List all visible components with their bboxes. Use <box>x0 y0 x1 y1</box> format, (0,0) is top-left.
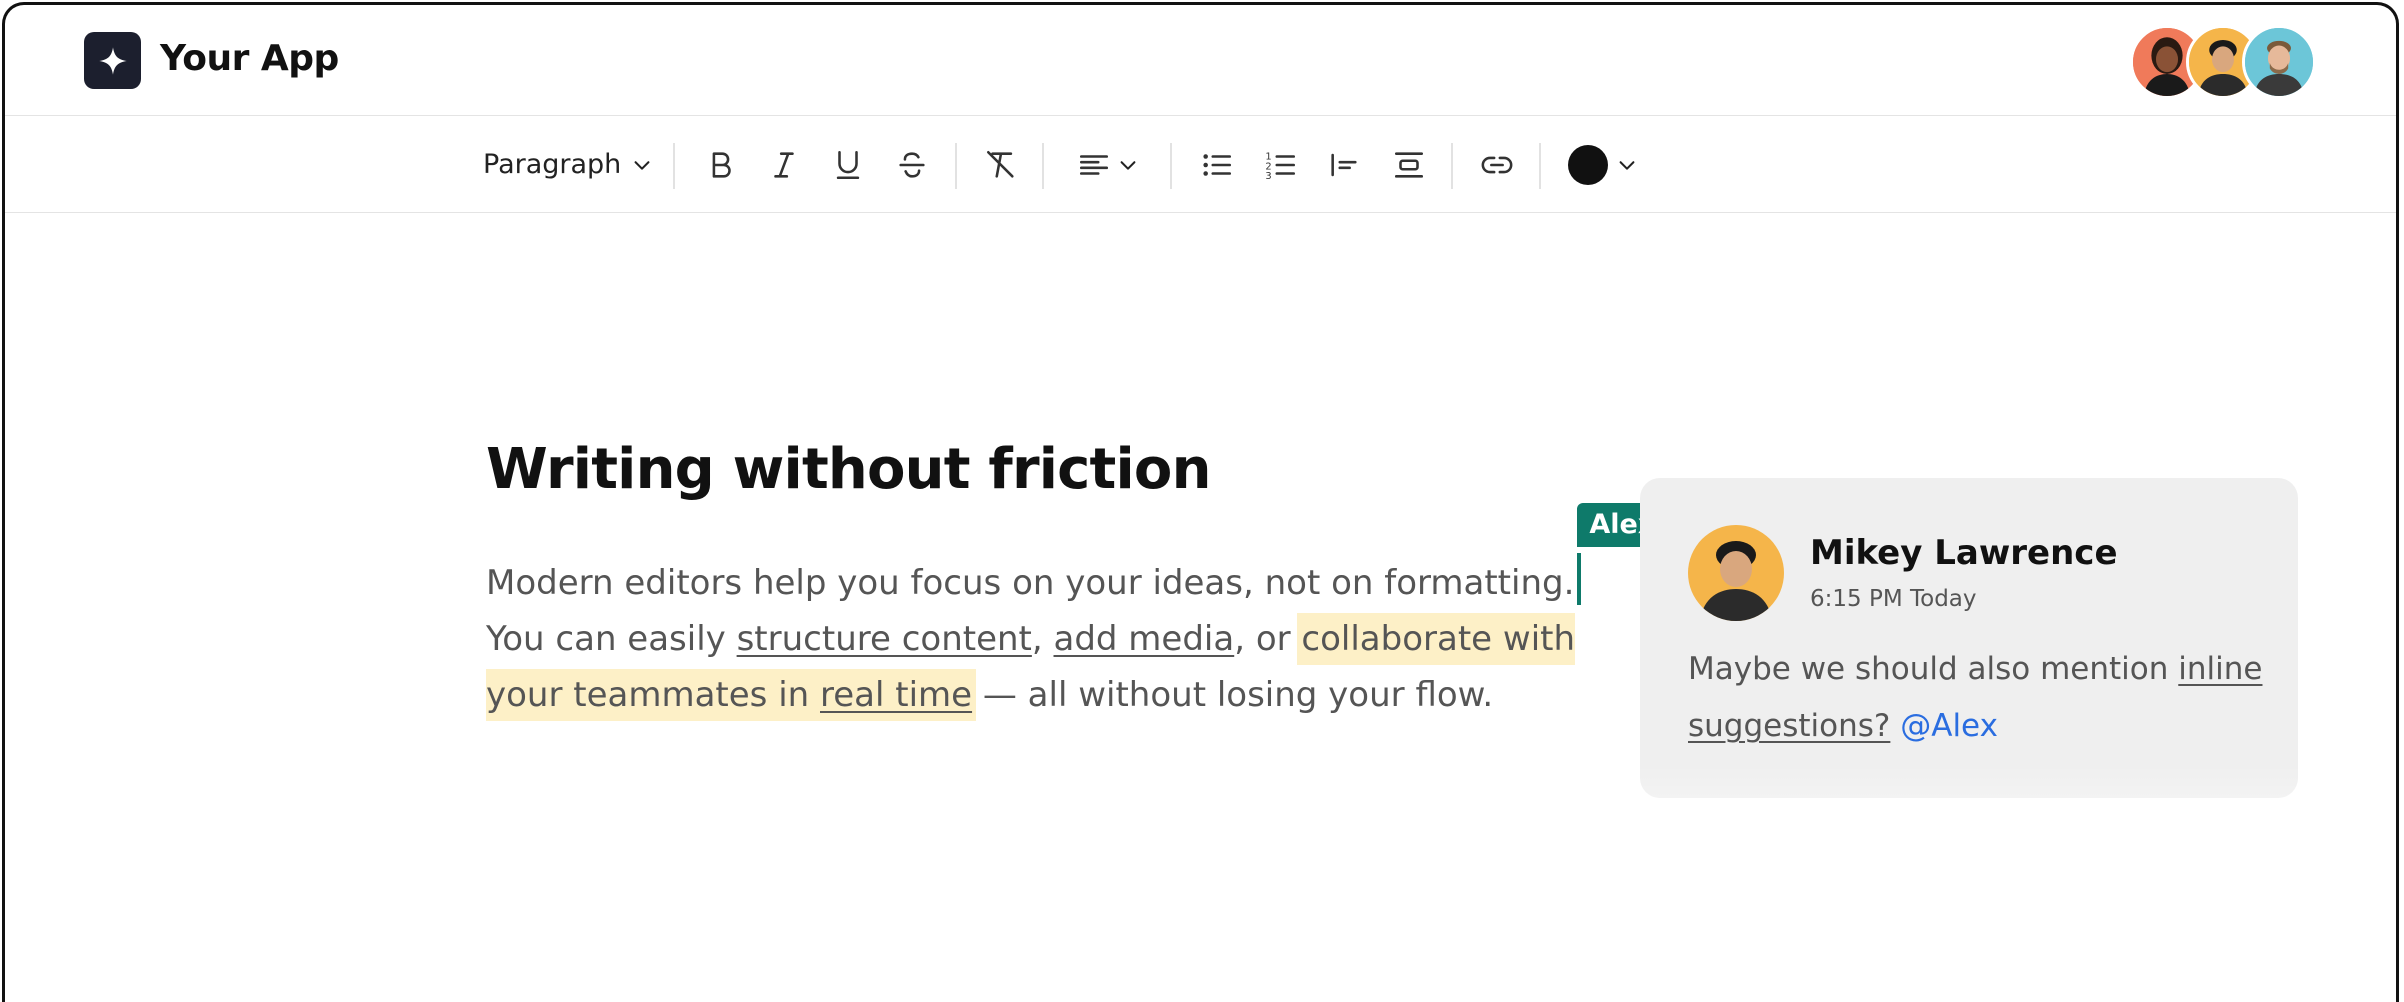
app-window: Your App Paragraph 1 2 3 Writing without… <box>2 2 2399 1002</box>
mention[interactable]: @Alex <box>1900 708 1998 744</box>
align-left-icon <box>1079 154 1109 175</box>
cursor-caret <box>1577 552 1582 605</box>
document-body[interactable]: Modern editors help you focus on your id… <box>486 502 1668 723</box>
app-name: Your App <box>160 38 339 79</box>
horizontal-rule-icon <box>1394 151 1424 178</box>
toolbar-divider <box>1170 143 1172 189</box>
comment-author: Mikey Lawrence <box>1810 533 2118 573</box>
svg-text:3: 3 <box>1265 171 1271 182</box>
sparkle-icon <box>98 46 127 75</box>
paragraph-text: , <box>1031 619 1054 659</box>
italic-icon <box>774 151 794 178</box>
bold-icon <box>712 151 731 178</box>
color-swatch <box>1568 144 1608 185</box>
block-type-label: Paragraph <box>483 149 622 180</box>
bottom-fade <box>5 765 2396 1002</box>
chevron-down-icon <box>1120 160 1136 170</box>
strikethrough-button[interactable] <box>892 117 932 212</box>
paragraph-text: Modern editors help you focus on your id… <box>486 563 1575 603</box>
avatar[interactable] <box>2242 25 2316 99</box>
inline-link[interactable]: real time <box>820 675 972 715</box>
numbered-list-button[interactable]: 123 <box>1261 117 1301 212</box>
toolbar-divider <box>955 143 957 189</box>
clear-format-button[interactable] <box>981 117 1021 212</box>
comment-body: Maybe we should also mention <box>1688 651 2179 687</box>
app-header: Your App <box>5 5 2396 116</box>
toolbar-divider <box>1451 143 1453 189</box>
toolbar-divider <box>1042 143 1044 189</box>
paragraph-text: , or <box>1234 619 1302 659</box>
document-title[interactable]: Writing without friction <box>486 437 1211 502</box>
chevron-down-icon <box>634 160 650 170</box>
comment-card[interactable]: Mikey Lawrence 6:15 PM Today Maybe we sh… <box>1640 478 2298 798</box>
comment-timestamp: 6:15 PM Today <box>1810 586 1977 612</box>
text-color-dropdown[interactable] <box>1563 117 1643 212</box>
clear-format-icon <box>986 150 1014 178</box>
link-icon <box>1481 156 1513 173</box>
formatting-toolbar: Paragraph 123 <box>5 117 2396 213</box>
link-button[interactable] <box>1477 117 1517 212</box>
strikethrough-icon <box>899 151 925 178</box>
underline-icon <box>836 150 860 179</box>
blockquote-icon <box>1331 153 1357 176</box>
collaborator-avatars <box>2130 25 2320 99</box>
bold-button[interactable] <box>701 117 741 212</box>
comment-text: Maybe we should also mention inline sugg… <box>1688 641 2268 755</box>
bullet-list-button[interactable] <box>1197 117 1237 212</box>
inline-link[interactable]: add media <box>1054 619 1235 659</box>
numbered-list-icon: 123 <box>1265 151 1296 182</box>
avatar <box>1688 525 1784 621</box>
align-dropdown[interactable] <box>1068 117 1148 212</box>
italic-button[interactable] <box>764 117 804 212</box>
app-logo[interactable] <box>84 32 141 89</box>
horizontal-rule-button[interactable] <box>1389 117 1429 212</box>
toolbar-divider <box>673 143 675 189</box>
chevron-down-icon <box>1619 160 1635 170</box>
underline-button[interactable] <box>828 117 868 212</box>
block-type-dropdown[interactable]: Paragraph <box>483 117 653 212</box>
paragraph-text: You can easily <box>486 619 737 659</box>
blockquote-button[interactable] <box>1324 117 1364 212</box>
inline-link[interactable]: structure content <box>737 619 1032 659</box>
paragraph-text: — all without losing your flow. <box>972 675 1494 715</box>
toolbar-divider <box>1539 143 1541 189</box>
bullet-list-icon <box>1203 153 1232 176</box>
